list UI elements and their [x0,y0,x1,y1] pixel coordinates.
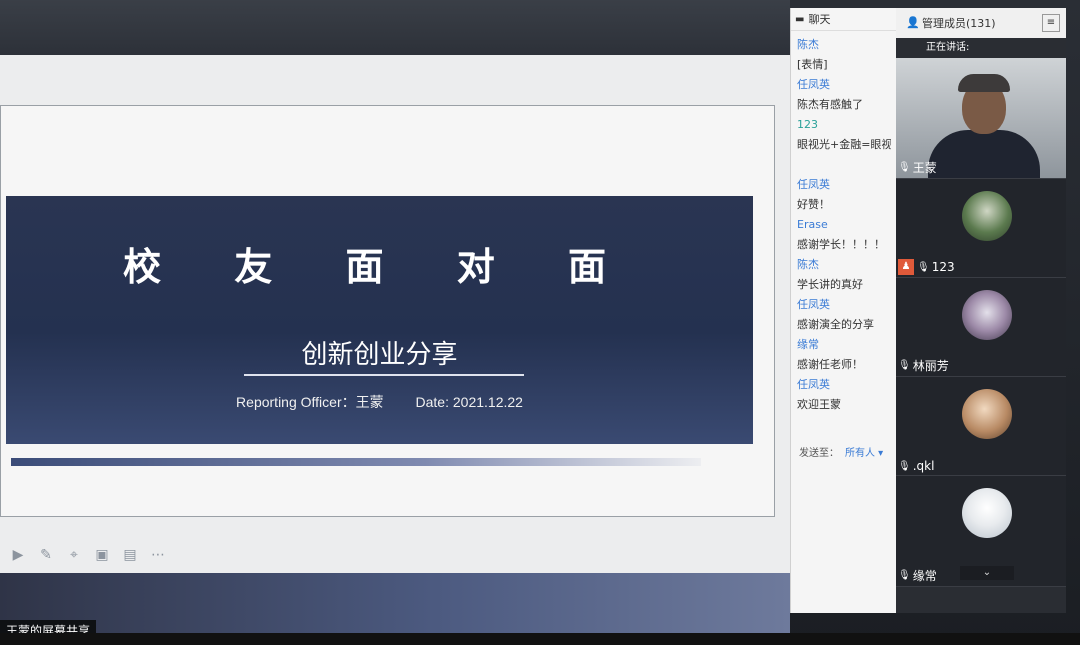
chat-messages: 陈杰 [表情] 任凤英 陈杰有感触了 123 眼视光+金融=眼视光 任凤英 好赞… [791,31,897,419]
monitor-bezel [0,633,1080,645]
member-name: 林丽芳 [912,359,949,373]
chat-msg-name: 缘常 [797,338,819,351]
screenshot-icon[interactable]: ⌖ [64,545,84,565]
slide-banner: 校 友 面 对 面 创新创业分享 Reporting Officer：王蒙 Da… [6,196,753,444]
speaking-indicator: 正在讲话: [896,38,1066,58]
slide-subtitle: 创新创业分享 [301,340,458,370]
avatar [962,488,1012,538]
microphone-icon: 🎙 [898,162,911,173]
microphone-icon: 🎙 [898,570,911,581]
video-person-body [928,130,1040,178]
slide-reporter: Reporting Officer：王蒙 [236,394,384,410]
camera-icon[interactable]: ▣ [92,545,112,565]
chat-msg-text: 感谢任老师！ [797,358,863,371]
chat-msg-name: 任凤英 [797,178,830,191]
member-tile[interactable]: 🎙 .qkl [896,377,1066,476]
chat-icon[interactable]: ▤ [120,545,140,565]
screen: 校 友 面 对 面 创新创业分享 Reporting Officer：王蒙 Da… [0,0,1080,645]
presentation-slide: 校 友 面 对 面 创新创业分享 Reporting Officer：王蒙 Da… [0,105,775,517]
chat-msg-text: 学长讲的真好 [797,278,863,291]
share-toolbar: ▶ ✎ ⌖ ▣ ▤ ⋯ [0,540,200,570]
member-tile-video[interactable]: 🎙 王蒙 [896,58,1066,179]
chat-msg-text: 好赞！ [797,198,830,211]
chat-bubble-icon: ▬ [795,13,805,25]
member-name-tag: 🎙 .qkl [898,459,934,473]
host-badge-icon: ♟ [898,259,914,275]
bottom-strip [0,573,790,633]
chat-title: 聊天 [808,13,831,26]
chevron-down-icon[interactable]: ⌄ [960,566,1014,580]
play-icon[interactable]: ▶ [8,545,28,565]
send-to-label: 发送至： [799,448,839,459]
member-name-tag: 🎙 缘常 [898,567,937,584]
top-bar [0,0,790,58]
chat-msg-text: [表情] [797,58,828,71]
chat-msg-text: 123 [797,118,818,131]
avatar [962,290,1012,340]
slide-decoration-bar [11,458,701,466]
chat-panel: ▬ 聊天 陈杰 [表情] 任凤英 陈杰有感触了 123 眼视光+金融=眼视光 任… [790,8,897,613]
member-name: 王蒙 [912,161,937,175]
pen-icon[interactable]: ✎ [36,545,56,565]
chat-header: ▬ 聊天 [791,8,897,31]
chat-msg-name: 任凤英 [797,298,830,311]
chat-msg-text: 欢迎王蒙 [797,398,841,411]
chat-msg-name: Erase [797,218,828,231]
member-name-tag: 🎙 林丽芳 [898,357,949,374]
more-icon[interactable]: ⋯ [148,545,168,565]
person-icon: 👤 [906,16,920,29]
microphone-icon: 🎙 [917,261,930,273]
send-to-select[interactable]: 所有人 ▾ [845,448,883,459]
chat-spacer [797,155,891,175]
member-name: 缘常 [912,569,937,583]
menu-icon[interactable]: ≡ [1042,14,1060,32]
members-panel: 👤 管理成员(131) ≡ 正在讲话: 🎙 王蒙 ♟ 🎙 123 🎙 林丽芳 🎙… [896,8,1066,613]
members-header[interactable]: 👤 管理成员(131) ≡ [896,8,1066,38]
slide-divider [244,374,524,376]
chat-msg-name: 任凤英 [797,378,830,391]
send-to-row: 发送至： 所有人 ▾ [799,444,883,459]
member-tile[interactable]: ♟ 🎙 123 [896,179,1066,278]
chat-msg-text: 感谢学长！！！！ [797,238,885,251]
member-name: 123 [931,260,955,274]
slide-title: 校 友 面 对 面 [123,245,636,289]
chat-msg-text: 陈杰有感触了 [797,98,863,111]
microphone-muted-icon: 🎙 [898,360,911,371]
chat-msg-text: 感谢演全的分享 [797,318,874,331]
members-title: 管理成员(131) [922,17,996,30]
member-tile[interactable]: ⌄ 🎙 缘常 [896,476,1066,587]
member-name-tag: ♟ 🎙 123 [898,259,955,275]
slide-date: Date: 2021.12.22 [415,394,523,410]
member-name-tag: 🎙 王蒙 [898,159,937,176]
chat-msg-name: 任凤英 [797,78,830,91]
chat-msg-name: 陈杰 [797,38,819,51]
member-tile[interactable]: 🎙 林丽芳 [896,278,1066,377]
avatar [962,191,1012,241]
video-person-cap [958,74,1010,92]
chat-msg-name: 陈杰 [797,258,819,271]
member-name: .qkl [912,459,935,473]
chat-msg-text: 眼视光+金融=眼视光 [797,138,891,151]
slide-meta: Reporting Officer：王蒙 Date: 2021.12.22 [6,392,753,412]
avatar [962,389,1012,439]
microphone-muted-icon: 🎙 [898,460,911,472]
